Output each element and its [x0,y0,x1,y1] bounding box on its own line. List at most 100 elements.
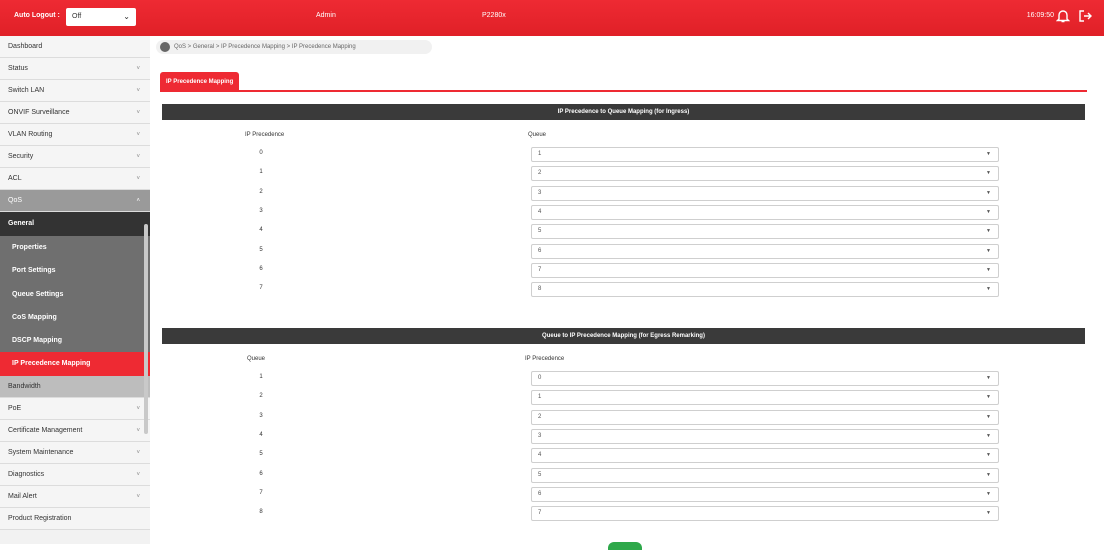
sidebar-subitem-dscp-mapping[interactable]: DSCP Mapping [0,329,150,353]
auto-logout-select[interactable]: Off ⌄ [66,8,136,26]
ingress-mapping-select[interactable]: 8 ▼ [531,282,999,298]
sidebar-item-acl[interactable]: ACL ˅ [0,168,150,190]
chevron-down-icon: ˅ [136,132,140,138]
sidebar-item-vlan-routing[interactable]: VLAN Routing ˅ [0,124,150,146]
egress-mapping-select[interactable]: 1 ▼ [531,390,999,406]
row-label: 0 [259,150,263,156]
nav-item-label: Status [8,65,28,72]
sidebar-item-diagnostics[interactable]: Diagnostics ˅ [0,463,150,486]
nav-item-label: ACL [8,175,22,182]
sidebar-item-dashboard[interactable]: Dashboard [0,36,150,58]
select-value: 1 [538,151,542,157]
select-value: 0 [538,375,542,381]
sidebar-scrollbar[interactable] [144,224,148,434]
row-label: 5 [259,246,263,253]
row-label: 2 [259,393,263,400]
sidebar-subgroup-general[interactable]: General [0,212,150,236]
ingress-mapping-select[interactable]: 3 ▼ [531,185,999,201]
egress-mapping-select[interactable]: 2 ▼ [531,409,999,425]
row-label: 6 [259,265,263,272]
sidebar-item-product-registration[interactable]: Product Registration [0,507,150,530]
sidebar-item-qos[interactable]: QoS ˄ [0,190,150,212]
sidebar-item-system-maintenance[interactable]: System Maintenance ˅ [0,441,150,464]
caret-down-icon: ▼ [986,510,991,517]
sidebar-subitem-cos-mapping[interactable]: CoS Mapping [0,305,150,330]
ingress-mapping-select[interactable]: 1 ▼ [531,147,999,162]
sidebar-item-onvif-surveillance[interactable]: ONVIF Surveillance ˅ [0,102,150,124]
ingress-section-title: IP Precedence to Queue Mapping (for Ingr… [162,104,1085,120]
caret-down-icon: ▼ [986,151,991,157]
select-value: 5 [538,228,542,235]
egress-mapping-select[interactable]: 6 ▼ [531,486,999,502]
caret-down-icon: ▼ [986,490,991,497]
row-label: 7 [259,285,263,292]
location-icon [160,42,170,52]
breadcrumb: QoS > General > IP Precedence Mapping > … [156,40,432,54]
chevron-down-icon: ˅ [136,405,140,412]
egress-mapping-select[interactable]: 5 ▼ [531,467,999,483]
row-label: 7 [259,489,263,496]
sidebar-item-mail-alert[interactable]: Mail Alert ˅ [0,485,150,508]
sidebar-subitem-queue-settings[interactable]: Queue Settings [0,282,150,306]
ingress-mapping-select[interactable]: 4 ▼ [531,204,999,220]
sidebar-item-certificate-management[interactable]: Certificate Management ˅ [0,419,150,442]
column-header: IP Precedence [245,132,285,138]
egress-mapping-select[interactable]: 3 ▼ [531,428,999,444]
nav-item-label: Diagnostics [8,470,45,478]
caret-down-icon: ▼ [986,208,991,215]
chevron-down-icon: ˅ [136,449,140,456]
ingress-mapping-select[interactable]: 6 ▼ [531,243,999,259]
sidebar-subitem-properties[interactable]: Properties [0,236,150,260]
egress-mapping-select[interactable]: 4 ▼ [531,448,999,464]
nav-item-label: Security [8,153,34,160]
row-label: 4 [259,227,263,234]
caret-down-icon: ▼ [986,228,991,235]
sidebar-subitem-ip-precedence-mapping[interactable]: IP Precedence Mapping [0,352,150,376]
row-label: 5 [259,451,263,458]
logout-icon[interactable] [1078,8,1092,24]
ingress-mapping-select[interactable]: 7 ▼ [531,262,999,278]
select-value: 2 [538,170,542,177]
column-header: Queue [528,132,547,138]
caret-down-icon: ▼ [986,247,991,254]
row-label: 6 [259,470,263,477]
row-label: 1 [259,374,263,380]
row-label: 3 [259,412,263,419]
nav-item-label: System Maintenance [8,448,74,456]
main-scrollbar[interactable] [1099,52,1103,544]
egress-section-title: Queue to IP Precedence Mapping (for Egre… [162,328,1085,344]
egress-mapping-select[interactable]: 0 ▼ [531,371,999,386]
ingress-mapping-select[interactable]: 2 ▼ [531,166,999,182]
chevron-down-icon: ˅ [136,88,140,94]
egress-mapping-select[interactable]: 7 ▼ [531,506,999,522]
sidebar: Dashboard Status ˅ Switch LAN ˅ ONVIF Surveil… [0,36,151,544]
nav-item-label: Product Registration [8,514,72,522]
sidebar-item-security[interactable]: Security ˅ [0,146,150,168]
select-value: 3 [538,432,542,439]
chevron-down-icon: ˅ [136,176,140,182]
caret-down-icon: ▼ [986,394,991,401]
select-value: 3 [538,189,542,196]
caret-down-icon: ▼ [986,170,991,177]
sidebar-item-status[interactable]: Status ˅ [0,58,150,80]
sidebar-item-poe[interactable]: PoE ˅ [0,397,150,420]
bell-icon[interactable] [1056,8,1070,24]
row-label: 8 [259,509,263,516]
select-value: 8 [538,286,542,293]
sidebar-item-bandwidth[interactable]: Bandwidth [0,375,150,398]
ingress-mapping-select[interactable]: 5 ▼ [531,224,999,240]
chevron-down-icon: ˅ [136,110,140,116]
chevron-down-icon: ˅ [136,427,140,434]
auto-logout-label: Auto Logout : [14,12,60,19]
row-label: 2 [259,188,263,195]
tab-ip-precedence-mapping[interactable]: IP Precedence Mapping [160,72,240,92]
sidebar-subitem-port-settings[interactable]: Port Settings [0,259,150,283]
tab-underline [160,90,1087,92]
nav-item-label: Bandwidth [8,382,41,390]
apply-button[interactable] [608,542,642,550]
row-label: 4 [259,431,263,438]
sidebar-item-switch-lan[interactable]: Switch LAN ˅ [0,80,150,102]
breadcrumb-text: QoS > General > IP Precedence Mapping > … [174,44,356,50]
chevron-down-icon: ⌄ [123,12,130,21]
chevron-down-icon: ˅ [136,154,140,160]
